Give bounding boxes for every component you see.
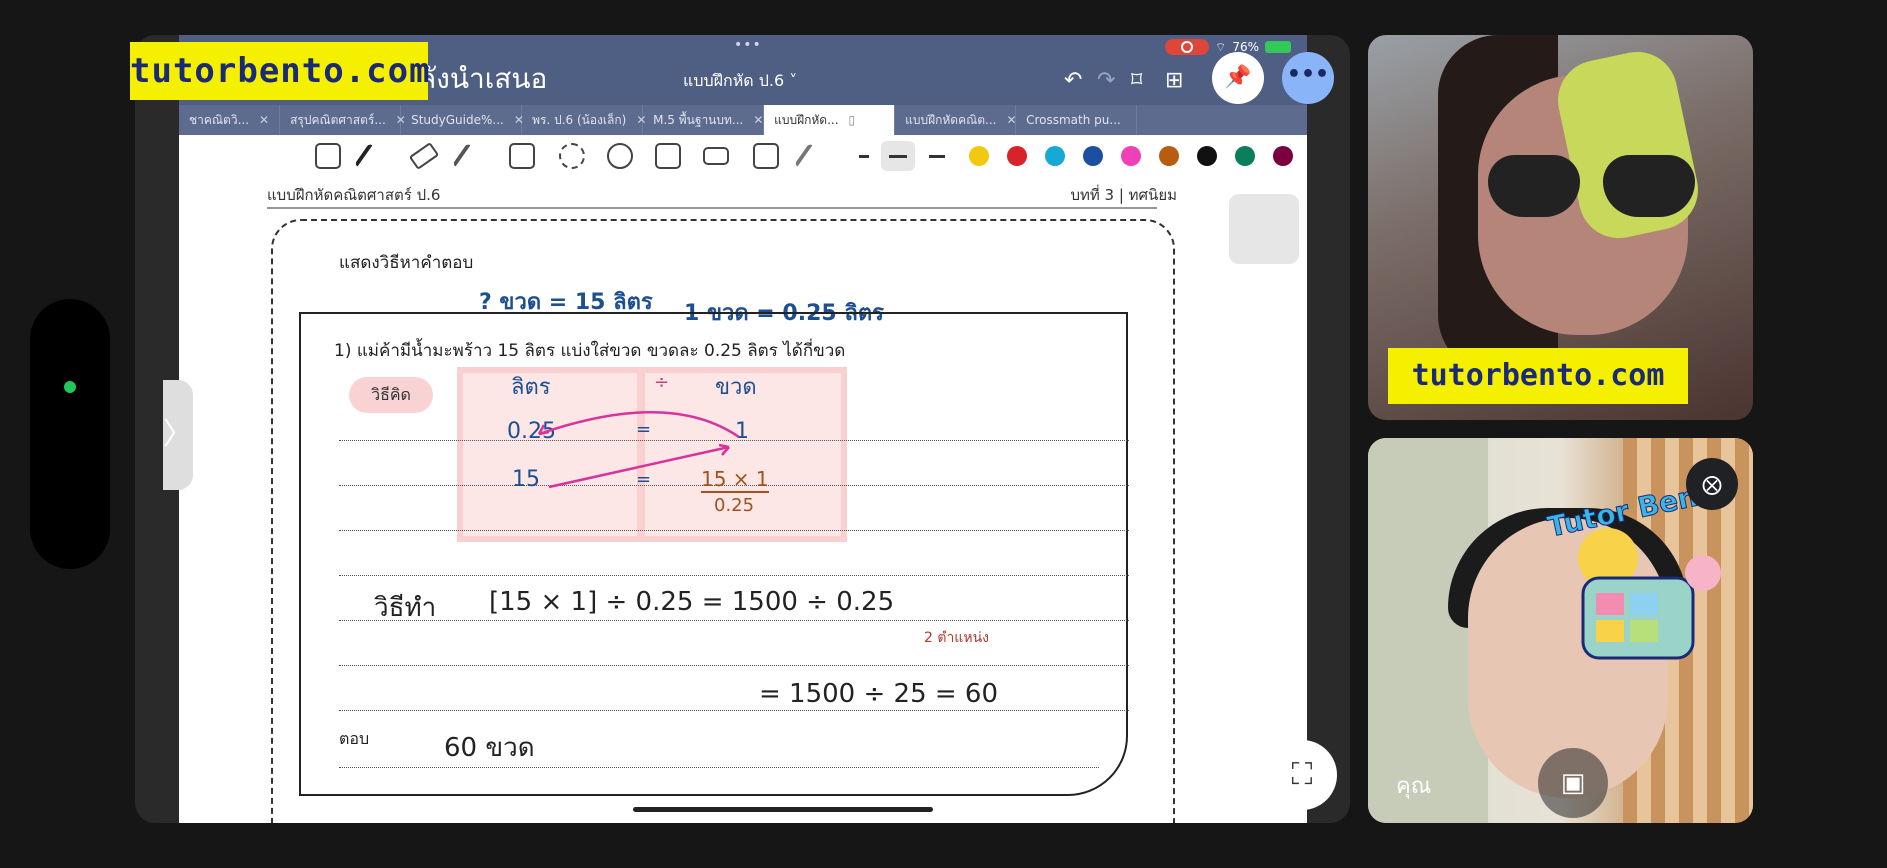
color-swatch[interactable] xyxy=(1159,146,1179,166)
tab-0[interactable]: ชาคณิตวิ... ✕ xyxy=(179,105,281,135)
pin-icon[interactable]: 📌 xyxy=(1212,52,1264,104)
left-edge-handle[interactable]: 〉 xyxy=(163,380,193,490)
color-swatch[interactable] xyxy=(969,146,989,166)
color-swatch[interactable] xyxy=(1273,146,1293,166)
lasso-icon[interactable] xyxy=(559,143,585,169)
question-text: 1) แม่ค้ามีน้ำมะพร้าว 15 ลิตร แบ่งใส่ขวด… xyxy=(334,341,846,361)
color-swatch[interactable] xyxy=(1083,146,1103,166)
tab-1[interactable]: สรุปคณิตศาสตร์... ✕ xyxy=(280,105,406,135)
pen-icon[interactable] xyxy=(354,143,376,169)
shared-screen: ••• ลังนำเสนอ แบบฝึกหัด ป.6 ˅ ⌔ 76% ↶ ↷ … xyxy=(135,35,1350,823)
tab-bar: ชาคณิตวิ... ✕ สรุปคณิตศาสตร์... ✕ StudyGui… xyxy=(179,105,1307,135)
shapes-icon[interactable] xyxy=(509,143,535,169)
wifi-icon: ⌔ xyxy=(1215,39,1227,54)
undo-icon[interactable]: ↶ xyxy=(1064,68,1082,93)
thick-line-option[interactable] xyxy=(929,155,945,158)
highlighter-icon[interactable] xyxy=(452,143,474,169)
answer-label: ตอบ xyxy=(339,729,370,748)
side-panel[interactable] xyxy=(30,299,110,569)
camera-effects-icon[interactable]: ▣ xyxy=(1538,748,1608,818)
color-swatch[interactable] xyxy=(1045,146,1065,166)
self-label: คุณ xyxy=(1396,774,1432,799)
think-label: วิธีคิด xyxy=(349,377,433,413)
color-swatch[interactable] xyxy=(1121,146,1141,166)
tab-5-active[interactable]: แบบฝึกหัด... ▯ xyxy=(764,105,896,135)
eraser-icon[interactable] xyxy=(408,141,440,171)
video-tile-self[interactable]: Tutor Bento ⨂ คุณ ▣ xyxy=(1368,438,1753,823)
keyboard-icon[interactable] xyxy=(703,147,729,165)
table-head-operator: ÷ xyxy=(654,372,670,393)
laser-pointer-icon[interactable] xyxy=(794,143,816,169)
mic-muted-icon[interactable]: ⨂ xyxy=(1686,458,1738,510)
method-label: วิธีทำ xyxy=(374,593,437,623)
thin-line-option[interactable] xyxy=(859,155,869,158)
medium-line-stroke xyxy=(889,155,907,158)
arrow-annotations xyxy=(537,411,740,489)
image-icon[interactable] xyxy=(655,143,681,169)
color-swatch[interactable] xyxy=(1235,146,1255,166)
watermark-banner: tutorbento.com xyxy=(130,42,430,100)
answer-value: 60 ขวด xyxy=(444,733,535,763)
ipad-screen: ••• ลังนำเสนอ แบบฝึกหัด ป.6 ˅ ⌔ 76% ↶ ↷ … xyxy=(179,35,1307,823)
color-swatch[interactable] xyxy=(1007,146,1027,166)
page-header-chapter: บทที่ 3 | ทศนิยม xyxy=(1070,186,1177,204)
sunglasses xyxy=(1488,155,1698,225)
battery-icon xyxy=(1265,41,1291,53)
work-line-1: [15 × 1] ÷ 0.25 = 1500 ÷ 0.25 xyxy=(489,587,895,617)
color-swatch[interactable] xyxy=(1197,146,1217,166)
drawing-toolbar xyxy=(179,135,1307,178)
video-tile-remote[interactable]: tutorbento.com xyxy=(1368,35,1753,420)
status-indicator-dot xyxy=(64,381,76,393)
more-options-icon[interactable]: ••• xyxy=(1282,52,1334,104)
ipad-status-bar: ⌔ 76% xyxy=(1165,39,1291,55)
work-line-2: = 1500 ÷ 25 = 60 xyxy=(759,679,999,709)
lasso-image-icon[interactable] xyxy=(315,143,341,169)
add-page-icon[interactable]: ⊞ xyxy=(1165,68,1183,93)
fullscreen-icon[interactable]: ⛶ xyxy=(1267,740,1337,810)
redo-icon[interactable]: ↷ xyxy=(1097,68,1115,93)
show-method-heading: แสดงวิธีหาคำตอบ xyxy=(339,253,474,273)
presenting-label: ลังนำเสนอ xyxy=(419,62,548,95)
watermark-banner-tile: tutorbento.com xyxy=(1388,348,1688,404)
bookmark-icon[interactable]: ⌑ xyxy=(1131,68,1142,93)
tab-4[interactable]: M.5 พื้นฐานบท... ✕ xyxy=(643,105,765,135)
multitask-dots[interactable]: ••• xyxy=(734,37,762,53)
work-note: 2 ตำแหน่ง xyxy=(924,630,989,646)
page-header-title: แบบฝึกหัดคณิตศาสตร์ ป.6 xyxy=(267,186,441,204)
elements-icon[interactable] xyxy=(607,143,633,169)
tab-6[interactable]: แบบฝึกหัดคณิต... ✕ xyxy=(895,105,1017,135)
tab-7[interactable]: Crossmath pu... xyxy=(1016,105,1138,135)
notebook-page[interactable]: แบบฝึกหัดคณิตศาสตร์ ป.6 บทที่ 3 | ทศนิยม… xyxy=(179,177,1307,823)
text-icon[interactable] xyxy=(753,143,779,169)
header-divider xyxy=(267,207,1157,209)
document-title[interactable]: แบบฝึกหัด ป.6 ˅ xyxy=(683,69,797,94)
tab-2[interactable]: StudyGuide%... ✕ xyxy=(401,105,524,135)
recording-indicator xyxy=(1165,39,1210,55)
home-indicator[interactable] xyxy=(633,807,933,812)
tab-3[interactable]: พร. ป.6 (น้องเล็ก) ✕ xyxy=(522,105,646,135)
page-scroll-thumb[interactable] xyxy=(1229,194,1299,264)
